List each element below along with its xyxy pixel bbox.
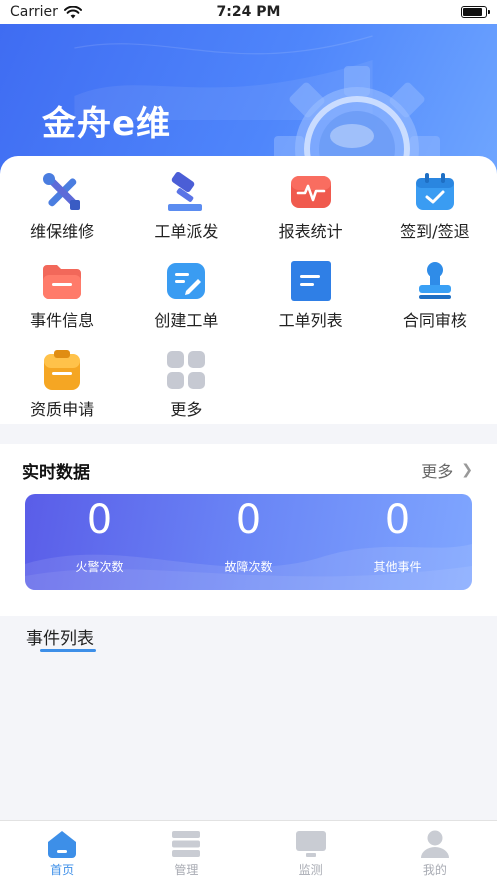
monitor-icon [295,831,326,857]
menu-item-reports[interactable]: 报表统计 [249,170,373,259]
tab-label: 首页 [50,863,75,877]
tab-home[interactable]: 首页 [0,821,124,883]
active-tab-indicator [40,649,96,652]
realtime-more-link[interactable]: 更多 ❯ [421,458,473,482]
menu-label: 签到/签退 [400,222,470,241]
stat-label: 火警次数 [75,560,124,574]
menu-item-more[interactable]: 更多 [124,348,248,437]
grid-more-icon [164,348,208,392]
tab-label: 管理 [174,863,199,877]
edit-note-icon [164,259,208,303]
menu-label: 资质申请 [30,400,95,419]
menu-label: 报表统计 [278,222,343,241]
chevron-right-icon: ❯ [461,462,473,478]
stat-other-events[interactable]: 0 其他事件 [323,494,472,575]
stat-value: 0 [86,497,113,543]
tools-icon [40,170,84,214]
stat-label: 故障次数 [224,560,273,574]
battery-fill [463,8,482,16]
tab-label: 监测 [298,863,323,877]
realtime-section: 实时数据 更多 ❯ 0 火警次数 0 故障次数 0 其他事件 [0,444,497,616]
status-left: Carrier [10,4,82,20]
menu-label: 合同审核 [402,311,467,330]
menu-label: 工单派发 [154,222,219,241]
menu-label: 创建工单 [154,311,219,330]
battery-icon [461,6,490,18]
realtime-title: 实时数据 [22,463,90,483]
menu-item-create-order[interactable]: 创建工单 [124,259,248,348]
menu-label: 工单列表 [278,311,343,330]
stat-fire-alarms[interactable]: 0 火警次数 [25,494,174,575]
menu-card: 维保维修 工单派发 报表统计 签到/签退 事件信息 创建工单 工单列表 合同审核… [0,156,497,424]
menu-item-contract-review[interactable]: 合同审核 [373,259,497,348]
stats-card: 0 火警次数 0 故障次数 0 其他事件 [25,494,472,590]
home-icon [48,831,77,858]
menu-item-order-list[interactable]: 工单列表 [249,259,373,348]
carrier-label: Carrier [10,4,58,20]
tab-event-list[interactable]: 事件列表 [26,624,94,649]
status-bar: Carrier 7:24 PM [0,0,497,24]
list-document-icon [289,259,333,303]
pulse-chart-icon [289,170,333,214]
tab-label: 我的 [422,863,447,877]
menu-grid: 维保维修 工单派发 报表统计 签到/签退 事件信息 创建工单 工单列表 合同审核… [0,170,497,437]
tab-manage[interactable]: 管理 [124,821,248,883]
stat-value: 0 [235,497,262,543]
stamp-icon [413,259,457,303]
gavel-icon [164,170,208,214]
menu-item-event-info[interactable]: 事件信息 [0,259,124,348]
menu-item-checkin[interactable]: 签到/签退 [373,170,497,259]
menu-label: 事件信息 [30,311,95,330]
clipboard-icon [40,348,84,392]
tab-profile[interactable]: 我的 [373,821,497,883]
stat-value: 0 [384,497,411,543]
menu-item-qualification[interactable]: 资质申请 [0,348,124,437]
bottom-tab-bar: 首页 管理 监测 我的 [0,820,497,883]
menu-label: 更多 [170,400,203,419]
calendar-check-icon [413,170,457,214]
server-icon [172,831,201,857]
stat-faults[interactable]: 0 故障次数 [174,494,323,575]
user-icon [420,830,449,858]
menu-label: 维保维修 [30,222,95,241]
menu-item-dispatch[interactable]: 工单派发 [124,170,248,259]
wifi-icon [63,5,82,18]
tab-monitor[interactable]: 监测 [249,821,373,883]
stat-label: 其他事件 [373,560,422,574]
event-list-section: 事件列表 [0,616,497,820]
menu-item-maintenance[interactable]: 维保维修 [0,170,124,259]
app-title: 金舟e维 [42,104,172,144]
folder-icon [40,259,84,303]
more-label: 更多 [421,462,454,481]
